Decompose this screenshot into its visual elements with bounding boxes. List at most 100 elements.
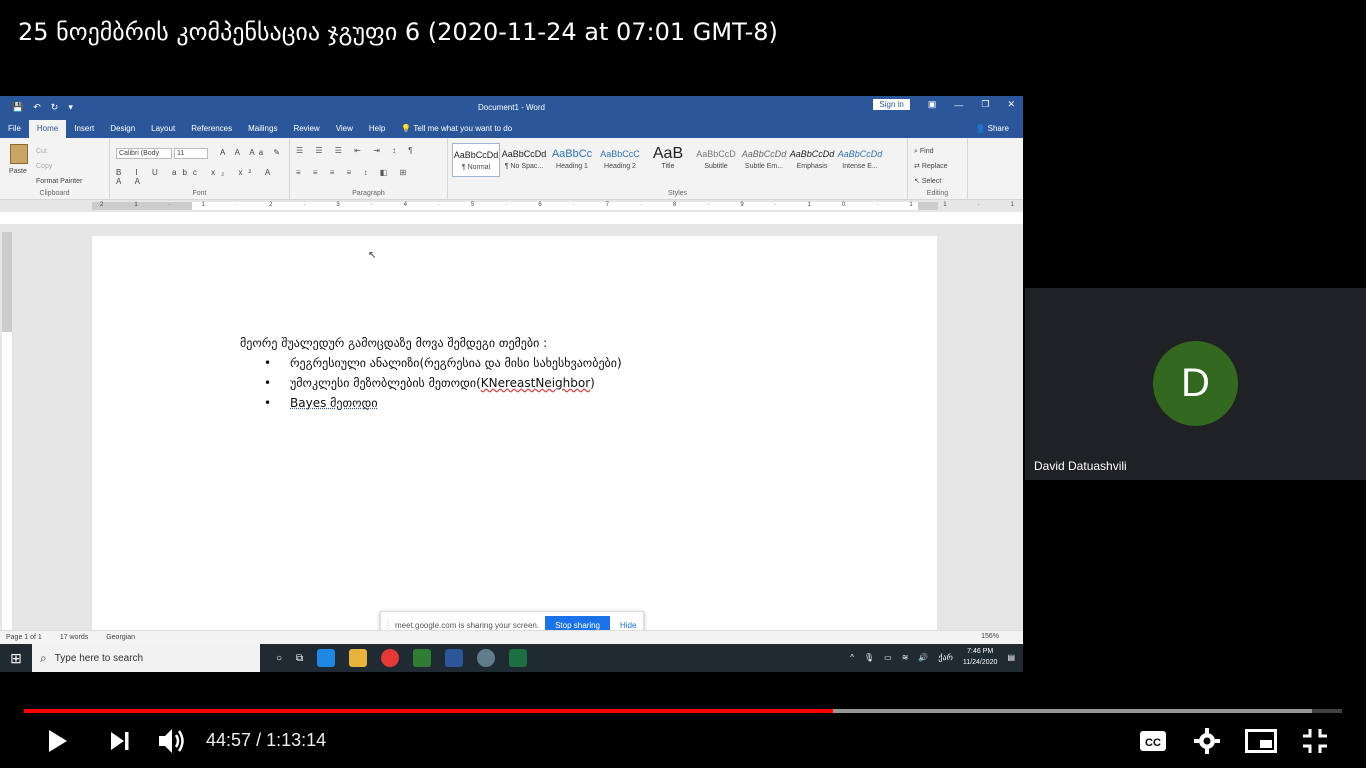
search-icon: ⌕	[40, 650, 47, 665]
paragraph-group: ☰ ☰ ☰ ⇤ ⇥ ↕ ¶ ≡ ≡ ≡ ≡ ↕ ◧ ⊞ Paragraph	[290, 138, 448, 199]
topic-list: რეგრესიული ანალიზი(რეგრესია და მისი სახე…	[240, 356, 622, 410]
participant-name: David Datuashvili	[1034, 459, 1127, 473]
drag-handle-icon[interactable]: ⋮	[381, 621, 395, 630]
list-item: უმოკლესი მეზობლების მეთოდი(KNereastNeigh…	[240, 376, 622, 390]
style-title[interactable]: AaB Title	[644, 143, 692, 177]
lightbulb-icon: 💡	[401, 124, 414, 133]
find-button[interactable]: ⌕ Find	[914, 144, 948, 159]
taskbar-search[interactable]: ⌕ Type here to search	[32, 644, 260, 672]
ribbon-display-icon[interactable]: ▣	[928, 99, 937, 110]
exit-fullscreen-button[interactable]	[1300, 726, 1330, 756]
close-icon[interactable]: ✕	[1007, 99, 1015, 110]
page-count[interactable]: Page 1 of 1	[6, 634, 42, 641]
windows-start-icon[interactable]: ⊞	[0, 650, 32, 667]
misspelled-word[interactable]: KNereastNeighbor	[481, 376, 590, 390]
tab-review[interactable]: Review	[285, 124, 327, 138]
word-icon[interactable]	[445, 649, 464, 667]
captions-button[interactable]: CC	[1138, 726, 1168, 756]
play-button[interactable]	[44, 726, 72, 756]
style-normal[interactable]: AaBbCcDd ¶ Normal	[452, 143, 500, 177]
language-indicator[interactable]: ქარ	[938, 653, 953, 662]
notifications-icon[interactable]: ▤	[1007, 653, 1015, 662]
cursor-icon: ↖	[914, 178, 922, 185]
font-size-controls[interactable]: A A Aa ✎	[220, 148, 284, 157]
edge-icon[interactable]	[317, 649, 336, 667]
settings-button[interactable]	[1192, 726, 1222, 756]
player-controls: 44:57 / 1:13:14 CC	[0, 718, 1366, 764]
style-subtitle[interactable]: AaBbCcD Subtitle	[692, 143, 740, 177]
mic-icon[interactable]: 🎙	[864, 653, 874, 662]
font-size-select[interactable]: 11	[174, 148, 208, 159]
replace-button[interactable]: ⇄ Replace	[914, 159, 948, 174]
list-buttons[interactable]: ☰ ☰ ☰ ⇤ ⇥ ↕ ¶	[296, 146, 418, 155]
list-item-text: უმოკლესი მეზობლების მეთოდი(KNereastNeigh…	[290, 376, 595, 390]
search-placeholder: Type here to search	[54, 652, 144, 664]
time-display: 44:57 / 1:13:14	[206, 730, 327, 750]
tab-references[interactable]: References	[183, 124, 240, 138]
restore-icon[interactable]: ❐	[981, 99, 989, 110]
volume-icon[interactable]: 🔊	[918, 653, 928, 662]
tab-design[interactable]: Design	[102, 124, 143, 138]
tab-mailings[interactable]: Mailings	[240, 124, 285, 138]
format-painter-button[interactable]: Format Painter	[36, 174, 82, 189]
sign-in-button[interactable]: Sign in	[873, 99, 910, 110]
font-group: Calibri (Body 11 A A Aa ✎ B I U abc x₂ x…	[110, 138, 290, 199]
paste-icon[interactable]	[10, 144, 28, 164]
system-clock[interactable]: 7:46 PM 11/24/2020	[963, 646, 998, 668]
zoom-level[interactable]: 156%	[981, 633, 999, 640]
mouse-cursor-icon: ↖	[368, 250, 377, 261]
ribbon: Paste Cut Copy Format Painter Clipboard …	[0, 138, 1023, 200]
language-indicator[interactable]: Georgian	[106, 634, 135, 641]
excel-icon[interactable]	[509, 649, 528, 667]
exit-fullscreen-icon	[1303, 729, 1327, 753]
app-icon[interactable]	[477, 649, 496, 667]
vertical-ruler[interactable]	[2, 232, 12, 632]
closed-captions-icon: CC	[1140, 731, 1166, 751]
document-page[interactable]: ↖ მეორე შუალედურ გამოცდაზე მოვა შემდეგი …	[92, 236, 937, 646]
font-format-buttons[interactable]: B I U abc x₂ x² A A A	[116, 168, 289, 186]
network-icon[interactable]: ≋	[902, 653, 909, 662]
shared-screen: 💾 ↶ ↻ ▾ Document1 - Word Sign in ▣ — ❐ ✕…	[0, 96, 1023, 672]
word-count[interactable]: 17 words	[60, 634, 88, 641]
copy-button[interactable]: Copy	[36, 159, 82, 174]
style-subtle-emphasis[interactable]: AaBbCcDd Subtle Em...	[740, 143, 788, 177]
style-heading-1[interactable]: AaBbCc Heading 1	[548, 143, 596, 177]
horizontal-ruler[interactable]: 21·1·2·3·4·5·6·7·8·9·10·11·12·13·14·15·1…	[0, 200, 1023, 212]
paste-button[interactable]: Paste	[9, 168, 27, 175]
tab-home[interactable]: Home	[28, 120, 67, 138]
style-emphasis[interactable]: AaBbCcDd Emphasis	[788, 143, 836, 177]
miniplayer-button[interactable]	[1244, 726, 1278, 756]
style-no-spacing[interactable]: AaBbCcDd ¶ No Spac...	[500, 143, 548, 177]
tab-layout[interactable]: Layout	[143, 124, 183, 138]
chevron-up-icon[interactable]: ^	[850, 653, 854, 662]
tab-help[interactable]: Help	[361, 124, 393, 138]
volume-button[interactable]	[156, 726, 188, 756]
select-button[interactable]: ↖ Select	[914, 174, 948, 189]
file-explorer-icon[interactable]	[349, 649, 368, 667]
current-time: 44:57	[206, 730, 252, 750]
list-item: Bayes მეთოდი	[240, 396, 622, 410]
next-button[interactable]	[106, 726, 134, 756]
tab-view[interactable]: View	[328, 124, 361, 138]
minimize-icon[interactable]: —	[954, 100, 963, 110]
task-view-icon[interactable]: ⧉	[296, 653, 303, 664]
pycharm-icon[interactable]	[413, 649, 432, 667]
alignment-buttons[interactable]: ≡ ≡ ≡ ≡ ↕ ◧ ⊞	[296, 168, 411, 177]
share-button[interactable]: 👤 Share	[975, 124, 1009, 133]
avatar: D	[1153, 341, 1238, 426]
style-intense-emphasis[interactable]: AaBbCcDd Intense E...	[836, 143, 884, 177]
play-icon	[49, 730, 67, 752]
tab-file[interactable]: File	[0, 124, 29, 138]
style-heading-2[interactable]: AaBbCcC Heading 2	[596, 143, 644, 177]
duration: 1:13:14	[266, 730, 327, 750]
tell-me-search[interactable]: 💡 Tell me what you want to do	[393, 124, 520, 138]
cut-button[interactable]: Cut	[36, 144, 82, 159]
hide-button[interactable]: Hide	[620, 621, 636, 630]
battery-icon[interactable]: ▭	[884, 653, 892, 662]
document-body[interactable]: მეორე შუალედურ გამოცდაზე მოვა შემდეგი თე…	[240, 336, 622, 416]
progress-bar[interactable]	[24, 709, 1342, 713]
tab-insert[interactable]: Insert	[66, 124, 102, 138]
font-name-select[interactable]: Calibri (Body	[116, 148, 172, 159]
cortana-icon[interactable]: ○	[276, 653, 282, 664]
chrome-icon[interactable]	[381, 649, 400, 667]
